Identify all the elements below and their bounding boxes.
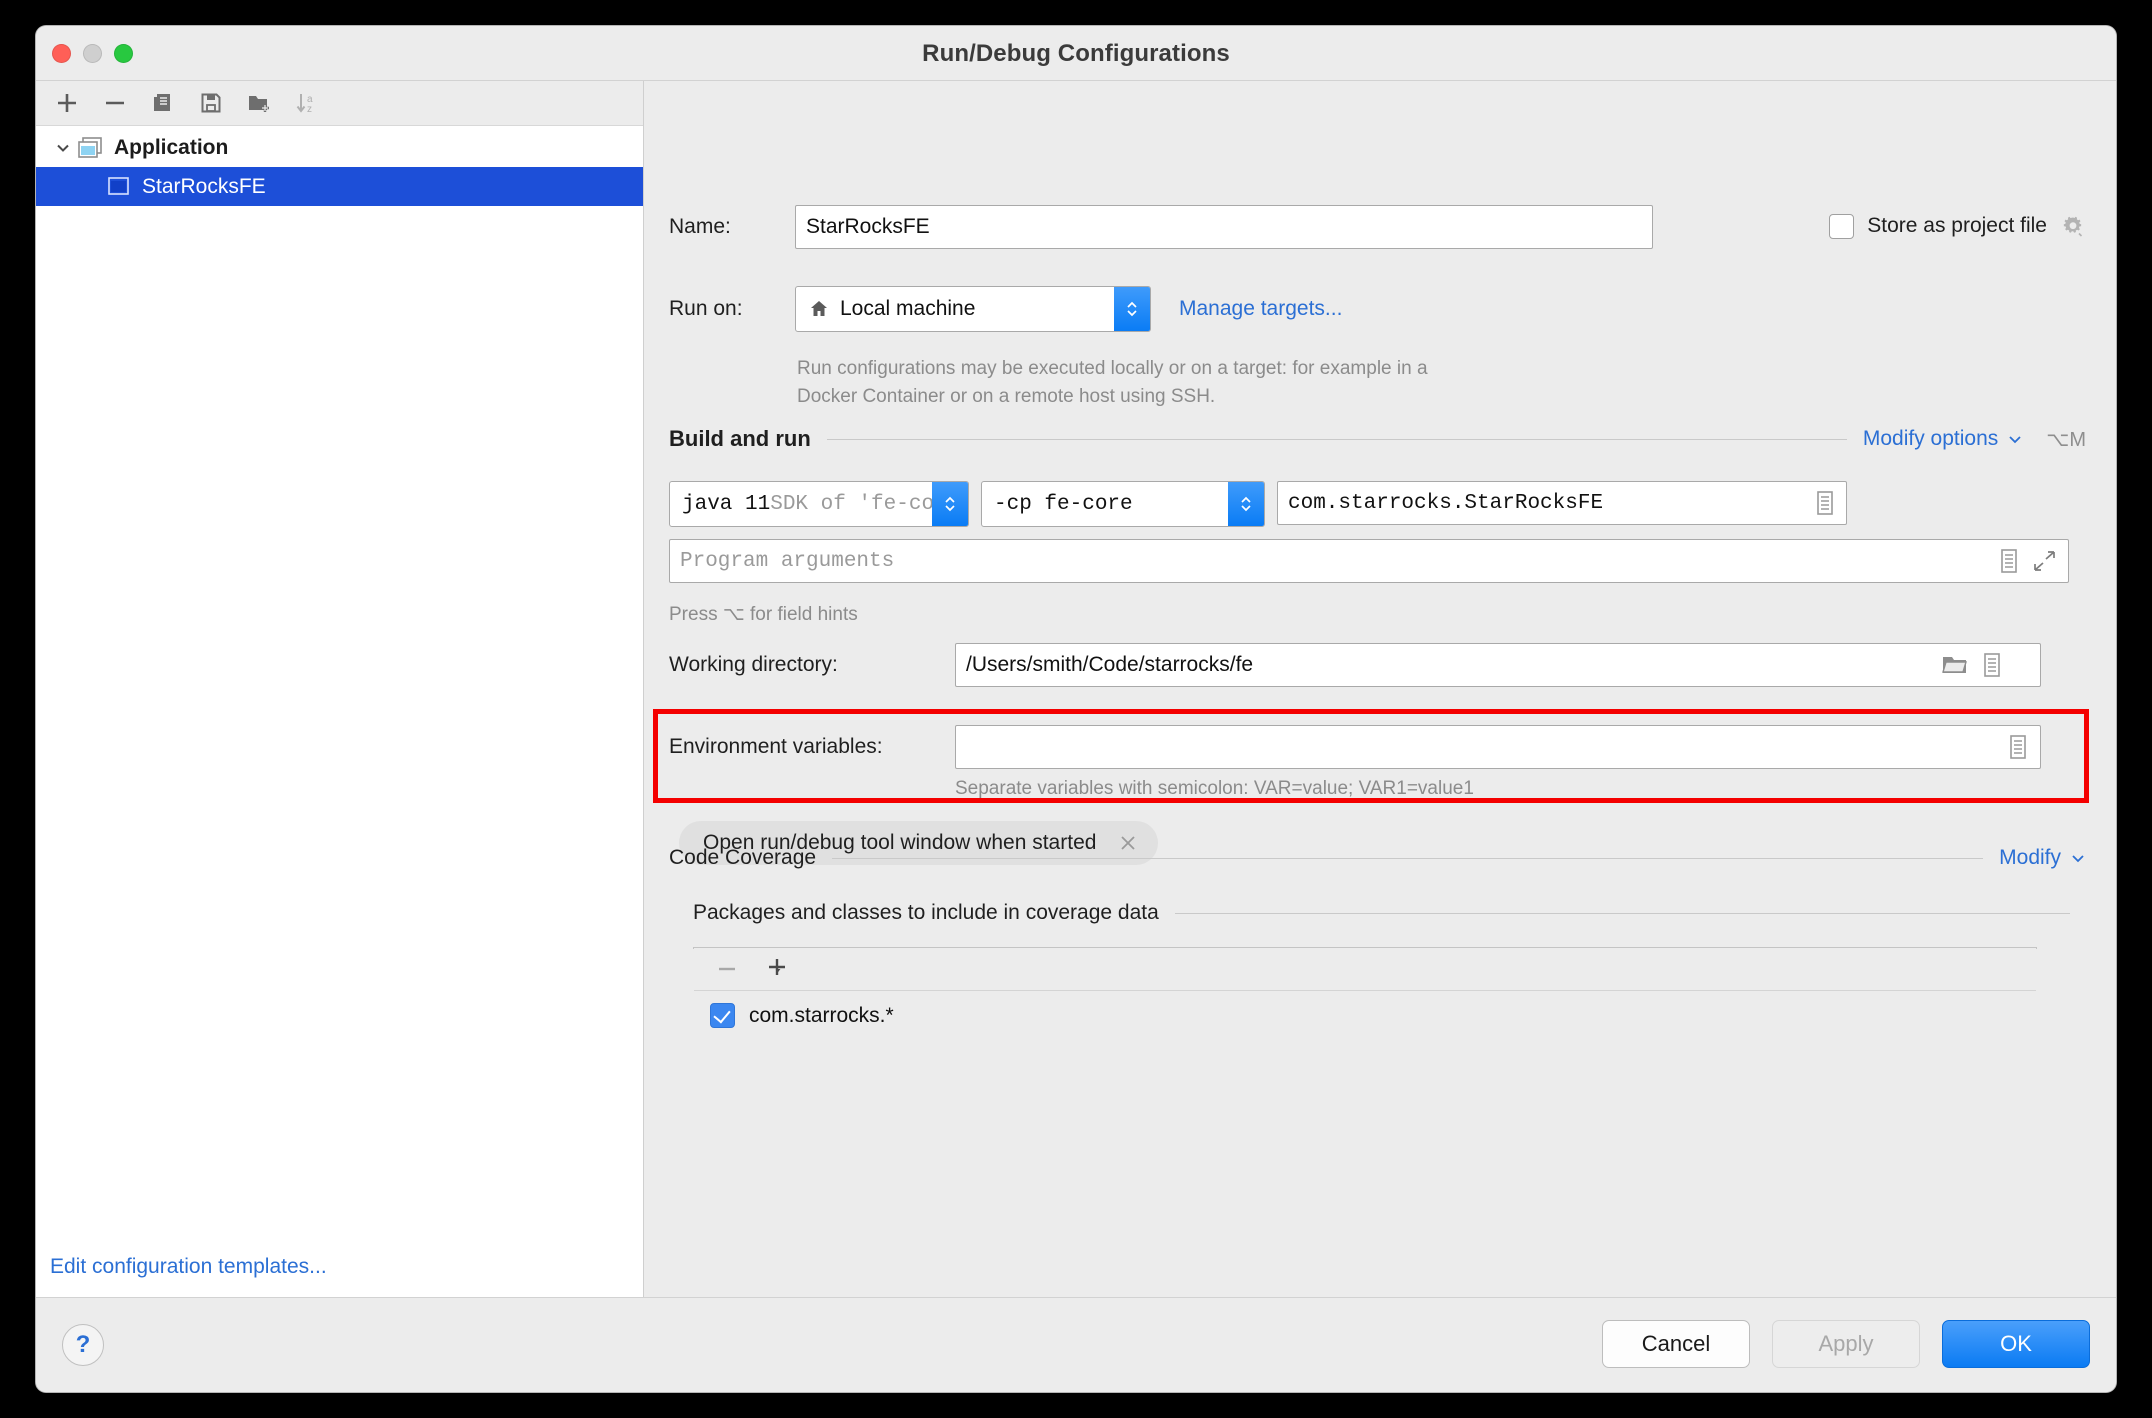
environment-variables-row: Environment variables: <box>669 725 2041 769</box>
save-configuration-button[interactable] <box>188 84 234 122</box>
cancel-button[interactable]: Cancel <box>1602 1320 1750 1368</box>
home-icon <box>808 298 830 320</box>
copy-configuration-button[interactable] <box>140 84 186 122</box>
coverage-add-button[interactable] <box>758 951 800 987</box>
store-as-project-file-row[interactable]: Store as project file <box>1829 213 2086 239</box>
remove-configuration-button[interactable] <box>92 84 138 122</box>
svg-text:z: z <box>307 104 312 115</box>
chevron-down-icon[interactable] <box>2007 431 2023 447</box>
edit-configuration-templates-link[interactable]: Edit configuration templates... <box>50 1255 327 1279</box>
footer-button-group: Cancel Apply OK <box>1602 1320 2090 1368</box>
modify-options-group: Modify options ⌥M <box>1863 427 2086 452</box>
modify-options-link[interactable]: Modify options <box>1863 427 1998 451</box>
expand-editor-icon[interactable] <box>2032 548 2058 574</box>
chevron-down-icon[interactable] <box>48 139 78 157</box>
configuration-icon <box>106 176 132 198</box>
classpath-stepper[interactable] <box>1228 482 1264 526</box>
store-as-project-file-label: Store as project file <box>1867 214 2047 238</box>
sidebar-item-label: StarRocksFE <box>142 175 266 199</box>
add-configuration-button[interactable] <box>44 84 90 122</box>
sdk-value-dim: SDK of 'fe-cor <box>770 493 946 516</box>
expand-list-icon[interactable] <box>1814 490 1836 516</box>
run-on-target-value: Local machine <box>840 297 975 321</box>
expand-list-icon[interactable] <box>2007 734 2029 760</box>
run-debug-configurations-dialog: Run/Debug Configurations <box>36 26 2116 1392</box>
window-title: Run/Debug Configurations <box>36 40 2116 68</box>
working-directory-field-icons <box>1941 652 2003 678</box>
program-arguments-input[interactable]: Program arguments <box>669 539 2069 583</box>
folder-browse-icon[interactable] <box>1941 653 1969 677</box>
section-divider <box>827 439 1847 440</box>
field-hint-text: Press ⌥ for field hints <box>669 601 858 629</box>
code-coverage-title: Code Coverage <box>669 846 816 870</box>
sdk-stepper[interactable] <box>932 482 968 526</box>
application-folder-icon <box>78 137 104 159</box>
modify-options-shortcut: ⌥M <box>2046 427 2086 452</box>
tree-group-application[interactable]: Application <box>36 128 643 167</box>
gear-icon[interactable] <box>2060 213 2086 239</box>
jre-sdk-combobox[interactable]: java 11 SDK of 'fe-cor <box>669 481 969 527</box>
coverage-list-toolbar <box>694 948 2036 991</box>
move-into-folder-button[interactable] <box>236 84 282 122</box>
store-as-project-file-checkbox[interactable] <box>1829 214 1854 239</box>
environment-variables-hint: Separate variables with semicolon: VAR=v… <box>955 775 1474 803</box>
coverage-packages-title: Packages and classes to include in cover… <box>693 901 1159 925</box>
sdk-value-bold: java 11 <box>682 493 770 516</box>
name-label: Name: <box>669 215 795 239</box>
help-button[interactable]: ? <box>62 1324 104 1366</box>
environment-variables-input[interactable] <box>955 725 2041 769</box>
program-arguments-placeholder: Program arguments <box>680 550 894 573</box>
code-coverage-section-header: Code Coverage Modify <box>669 846 2086 870</box>
coverage-modify-group: Modify <box>1999 846 2086 870</box>
coverage-packages-list: com.starrocks.* <box>693 947 2037 949</box>
working-directory-row: Working directory: /Users/smith/Code/sta… <box>669 643 2041 687</box>
configuration-editor-panel: Name: StarRocksFE Store as project file <box>645 81 2116 1297</box>
list-item[interactable]: com.starrocks.* <box>694 991 2036 1028</box>
working-directory-label: Working directory: <box>669 653 955 677</box>
coverage-item-label: com.starrocks.* <box>749 1004 894 1028</box>
run-on-target-combobox[interactable]: Local machine <box>795 286 1151 332</box>
section-divider <box>1175 913 2070 914</box>
coverage-remove-button[interactable] <box>706 951 748 987</box>
environment-variables-field-icons <box>2007 734 2029 760</box>
coverage-item-checkbox[interactable] <box>710 1003 735 1028</box>
classpath-module-combobox[interactable]: -cp fe-core <box>981 481 1265 527</box>
coverage-packages-header: Packages and classes to include in cover… <box>693 901 2086 925</box>
coverage-modify-link[interactable]: Modify <box>1999 846 2061 870</box>
classpath-value: -cp fe-core <box>994 493 1133 516</box>
run-on-label: Run on: <box>669 297 795 321</box>
build-and-run-section-header: Build and run Modify options ⌥M <box>669 426 2086 452</box>
section-divider <box>832 858 1983 859</box>
name-input[interactable]: StarRocksFE <box>795 205 1653 249</box>
chevron-down-icon[interactable] <box>2070 850 2086 866</box>
configurations-tree: Application StarRocksFE <box>36 126 643 206</box>
working-directory-input[interactable]: /Users/smith/Code/starrocks/fe <box>955 643 2041 687</box>
build-and-run-title: Build and run <box>669 426 811 452</box>
name-row: Name: StarRocksFE <box>669 205 1653 249</box>
dialog-body: a z Ap <box>36 81 2116 1297</box>
sort-configurations-button[interactable]: a z <box>284 84 330 122</box>
main-class-field-icons <box>1814 490 1836 516</box>
configurations-sidebar: a z Ap <box>36 81 644 1297</box>
expand-list-icon[interactable] <box>1981 652 2003 678</box>
dialog-footer: ? Cancel Apply OK <box>36 1297 2116 1392</box>
apply-button[interactable]: Apply <box>1772 1320 1920 1368</box>
environment-variables-label: Environment variables: <box>669 735 955 759</box>
manage-targets-link[interactable]: Manage targets... <box>1179 297 1342 321</box>
sidebar-item-starrocksfe[interactable]: StarRocksFE <box>36 167 643 206</box>
sidebar-toolbar: a z <box>36 81 643 126</box>
main-class-value: com.starrocks.StarRocksFE <box>1288 492 1603 515</box>
run-on-hint: Run configurations may be executed local… <box>797 355 1437 410</box>
ok-button[interactable]: OK <box>1942 1320 2090 1368</box>
expand-list-icon[interactable] <box>1998 548 2020 574</box>
build-configuration-row: java 11 SDK of 'fe-cor -cp fe-core co <box>669 481 1847 527</box>
window-titlebar: Run/Debug Configurations <box>36 26 2116 81</box>
run-on-stepper[interactable] <box>1114 287 1150 331</box>
program-arguments-field-icons <box>1998 548 2058 574</box>
main-class-input[interactable]: com.starrocks.StarRocksFE <box>1277 481 1847 525</box>
tree-group-label: Application <box>114 136 228 160</box>
run-on-row: Run on: Local machine Manage targets... <box>669 286 1342 332</box>
